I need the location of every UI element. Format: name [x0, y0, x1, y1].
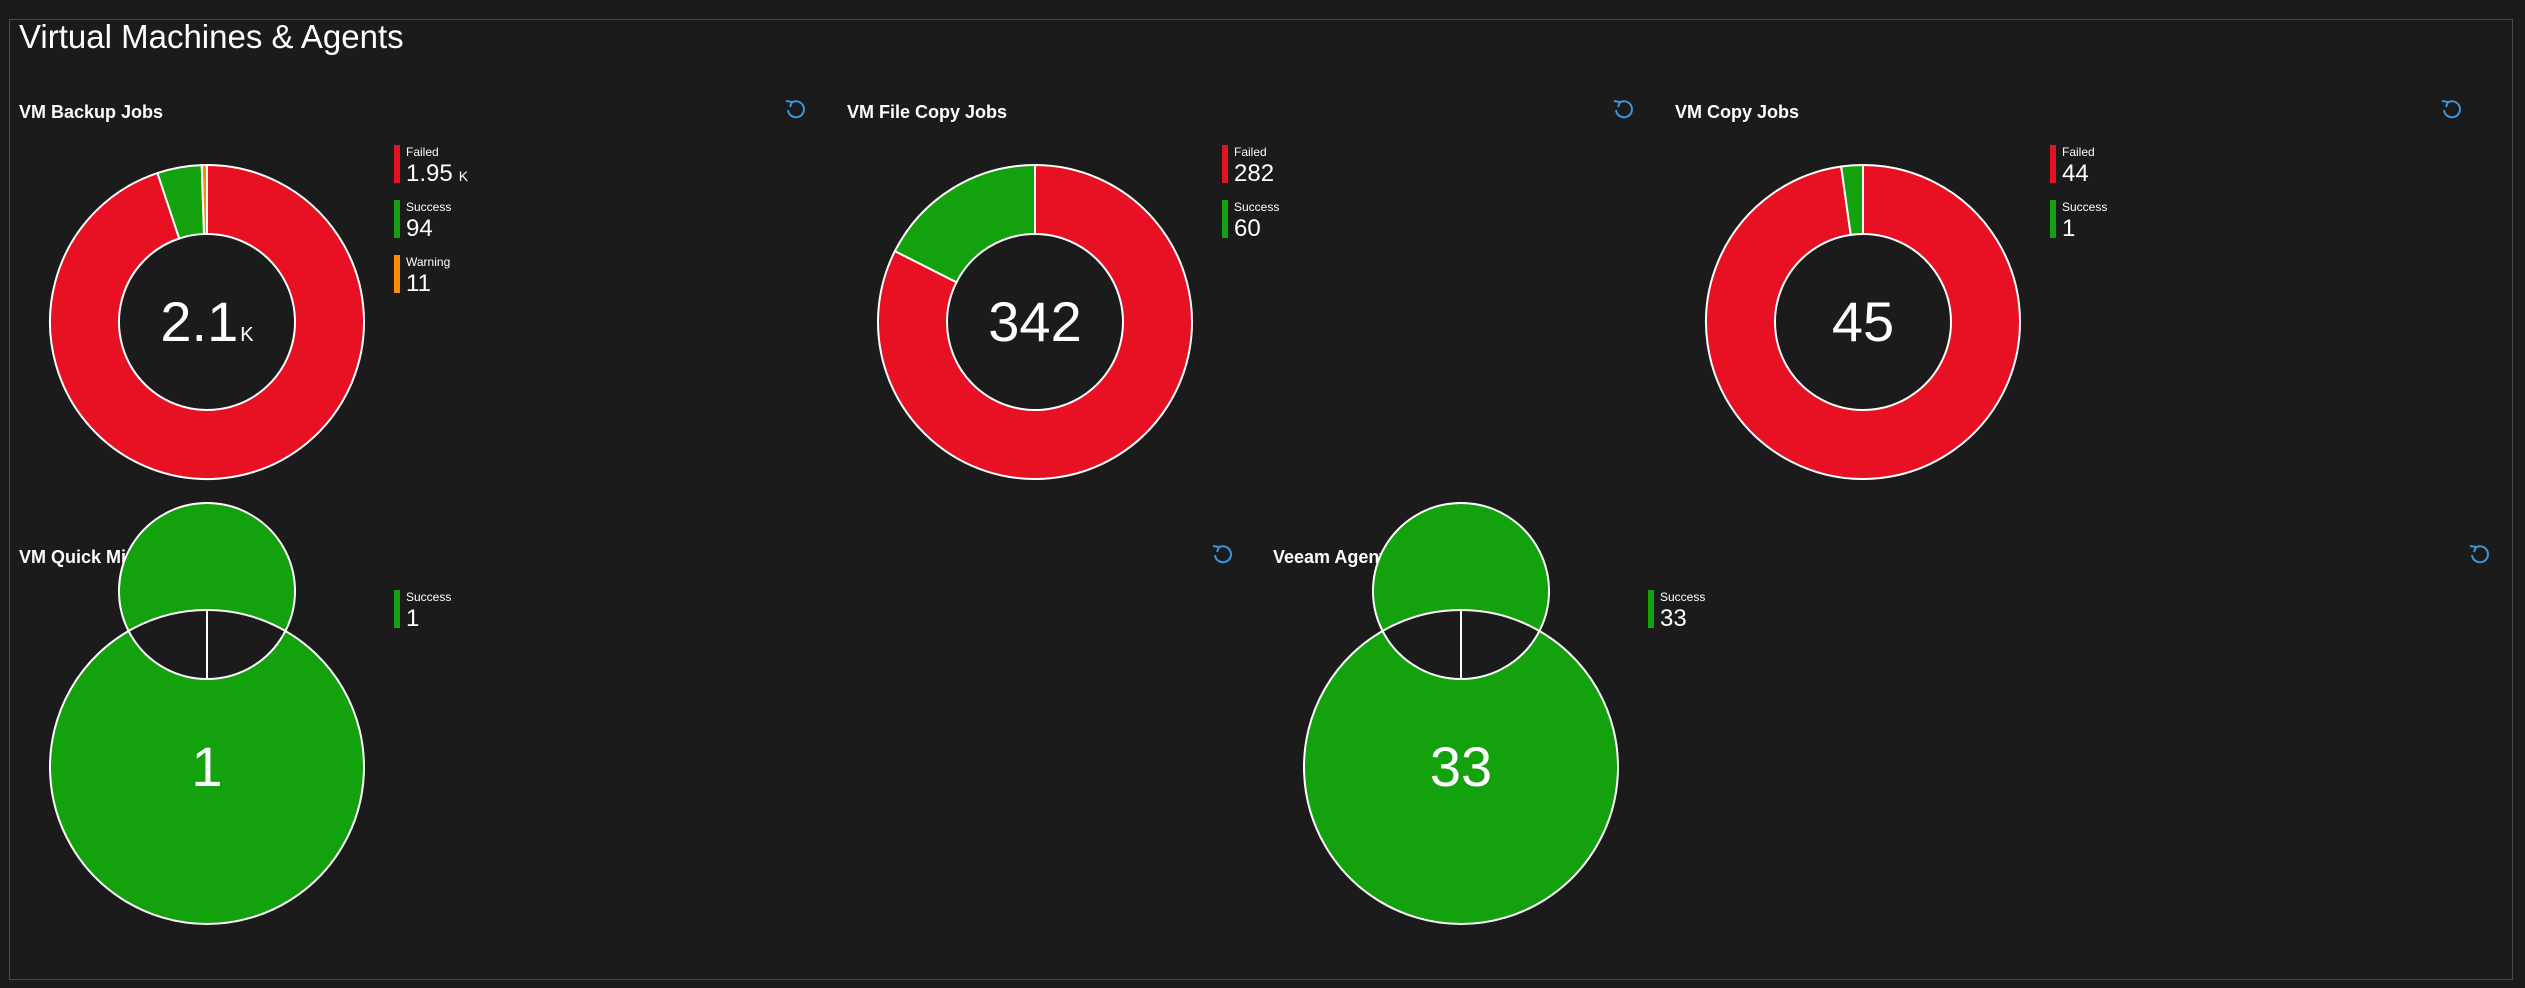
total-number: 45 — [1831, 290, 1895, 353]
legend-number: 44 — [2062, 160, 2089, 187]
legend-value: 44 — [2062, 160, 2089, 188]
legend-label: Warning — [406, 255, 451, 269]
legend-value: 33 — [1660, 605, 1687, 633]
total-unit: K — [240, 324, 254, 346]
refresh-icon[interactable] — [1611, 98, 1635, 122]
legend-label: Success — [1234, 200, 1280, 214]
page-title: Virtual Machines & Agents — [19, 18, 404, 55]
total-number: 1 — [191, 735, 223, 798]
legend-number: 1 — [2062, 215, 2076, 242]
legend-number: 11 — [406, 270, 431, 297]
legend-number: 60 — [1234, 215, 1261, 242]
legend-label: Success — [406, 200, 452, 214]
legend-color-bar — [1222, 200, 1228, 238]
total-number: 342 — [988, 290, 1082, 353]
legend-number: 1 — [406, 605, 420, 632]
panel-veeam-agent-jobs: Veeam Agent Jobs 33 Success 33 — [1273, 502, 2493, 947]
legend-value: 1 — [406, 605, 419, 633]
legend-label: Success — [1660, 590, 1706, 604]
legend-color-bar — [2050, 145, 2056, 183]
total-value: 342 — [935, 289, 1135, 354]
total-value: 45 — [1763, 289, 1963, 354]
legend-value: 11 — [406, 270, 431, 298]
refresh-icon[interactable] — [2467, 543, 2491, 567]
legend-number: 282 — [1234, 160, 1275, 187]
legend-color-bar — [394, 200, 400, 238]
legend-color-bar — [2050, 200, 2056, 238]
legend-color-bar — [394, 590, 400, 628]
legend-value: 1 — [2062, 215, 2075, 243]
legend-value: 1.95 K — [406, 160, 468, 188]
legend-color-bar — [1222, 145, 1228, 183]
panel-title: VM Copy Jobs — [1675, 102, 1800, 122]
panel-title: VM File Copy Jobs — [847, 102, 1008, 122]
legend-label: Failed — [1234, 145, 1267, 159]
refresh-icon[interactable] — [2439, 98, 2463, 122]
legend-value: 60 — [1234, 215, 1261, 243]
legend-label: Success — [2062, 200, 2108, 214]
total-value: 2.1 K — [107, 289, 307, 354]
legend-label: Success — [406, 590, 452, 604]
total-number: 33 — [1429, 735, 1493, 798]
panel-vm-backup-jobs: VM Backup Jobs 2.1 K Failed 1.95 K Success… — [19, 100, 809, 502]
panel-vm-quick-migration-jobs: VM Quick Migration Jobs 1 Success 1 — [19, 502, 1254, 947]
refresh-icon[interactable] — [1210, 543, 1234, 567]
legend-value: 94 — [406, 215, 433, 243]
legend-value: 282 — [1234, 160, 1274, 188]
legend-label: Failed — [2062, 145, 2095, 159]
legend-label: Failed — [406, 145, 439, 159]
legend-number: 33 — [1660, 605, 1687, 632]
legend-color-bar — [1648, 590, 1654, 628]
total-number: 2.1 — [160, 290, 239, 353]
panel-vm-copy-jobs: VM Copy Jobs 45 Failed 44 Success 1 — [1675, 100, 2465, 502]
legend-unit: K — [458, 168, 469, 184]
panel-vm-file-copy-jobs: VM File Copy Jobs 342 Failed 282 Success… — [847, 100, 1637, 502]
panel-title: VM Backup Jobs — [19, 102, 164, 122]
total-value: 1 — [107, 734, 307, 799]
total-value: 33 — [1361, 734, 1561, 799]
legend-color-bar — [394, 145, 400, 183]
refresh-icon[interactable] — [783, 98, 807, 122]
legend-number: 94 — [406, 215, 433, 242]
legend-number: 1.95 — [406, 160, 453, 187]
legend-color-bar — [394, 255, 400, 293]
